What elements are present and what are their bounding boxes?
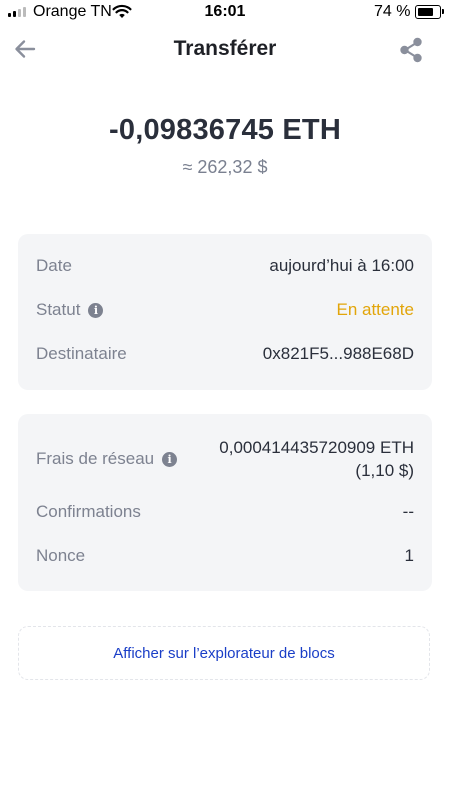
network-fee-row: Frais de réseau i 0,000414435720909 ETH … [36,436,414,482]
view-on-explorer-button[interactable]: Afficher sur l’explorateur de blocs [18,626,430,680]
recipient-address[interactable]: 0x821F5...988E68D [263,344,414,364]
status-row: Statut i En attente [36,300,414,320]
network-fee-value: 0,000414435720909 ETH (1,10 $) [219,436,414,482]
share-icon[interactable] [398,36,424,64]
confirmations-label: Confirmations [36,502,141,521]
network-fee-label-wrap: Frais de réseau i [36,449,178,469]
network-fee-fiat: (1,10 $) [355,461,414,480]
recipient-label: Destinataire [36,344,127,363]
date-label: Date [36,256,72,275]
page-title: Transférer [173,37,277,60]
nonce-value: 1 [404,546,414,565]
confirmations-row: Confirmations -- [36,502,414,522]
recipient-row: Destinataire 0x821F5...988E68D [36,344,414,364]
status-label: Statut [36,300,81,319]
transaction-amount: -0,09836745 ETH [109,114,341,146]
info-icon[interactable]: i [162,451,178,467]
status-bar: Orange TN 16:01 74 % [0,0,450,26]
date-value: aujourd’hui à 16:00 [269,256,414,275]
battery-icon [415,5,441,19]
battery-cap [442,9,444,14]
network-fee-label: Frais de réseau [36,449,155,468]
transaction-fiat-amount: ≈ 262,32 $ [182,157,268,177]
battery-level-fill [418,8,433,16]
network-fee-eth: 0,000414435720909 ETH [219,438,414,457]
battery-percentage: 74 % [374,3,411,20]
details-card: Date aujourd’hui à 16:00 Statut i En att… [18,234,432,390]
nonce-row: Nonce 1 [36,546,414,566]
explorer-link-label: Afficher sur l’explorateur de blocs [113,644,335,662]
date-row: Date aujourd’hui à 16:00 [36,256,414,276]
confirmations-value: -- [402,502,414,521]
info-icon[interactable]: i [88,302,104,318]
status-label-wrap: Statut i [36,300,104,320]
fees-card: Frais de réseau i 0,000414435720909 ETH … [18,414,432,591]
nonce-label: Nonce [36,546,86,565]
status-value: En attente [336,300,414,319]
